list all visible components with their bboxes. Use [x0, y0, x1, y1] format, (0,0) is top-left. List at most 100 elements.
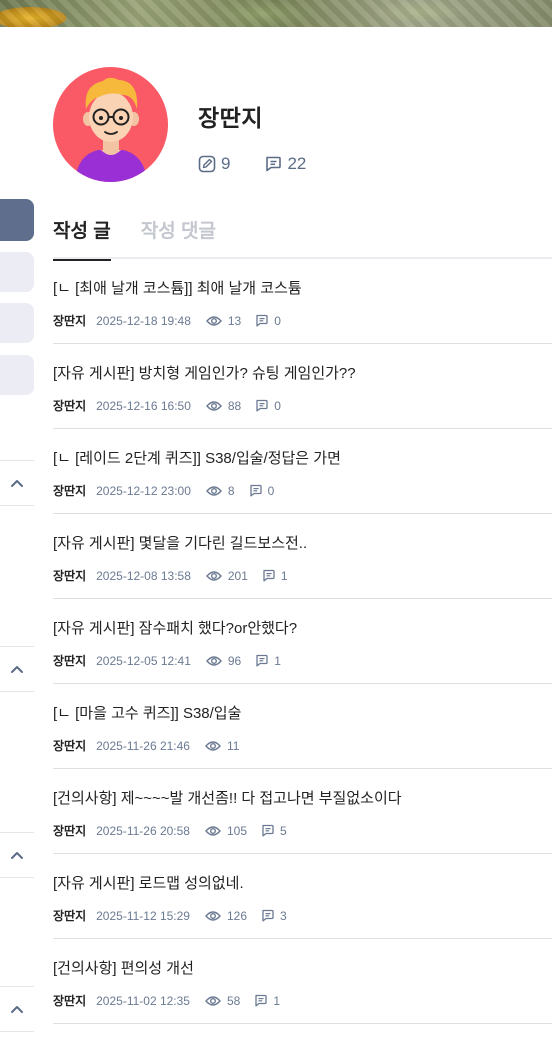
views-icon: [205, 825, 221, 836]
comment-icon: [256, 654, 268, 667]
views-icon: [205, 655, 222, 666]
post-title[interactable]: [건의사항] 제~~~~발 개선좀!! 다 접고나면 부질없소이다: [53, 787, 402, 808]
views-count: 96: [227, 653, 242, 668]
views-count: 11: [226, 738, 240, 753]
tab-comments[interactable]: 작성 댓글: [141, 216, 216, 261]
comments-count: 5: [280, 823, 287, 838]
profile-stats: 9 22: [198, 154, 340, 174]
post-title[interactable]: [자유 게시판] 방치형 게임인가? 슈팅 게임인가??: [53, 362, 356, 383]
post-author: 장딴지: [53, 739, 87, 753]
views-icon: [205, 910, 221, 921]
views-icon: [205, 400, 222, 411]
post-item[interactable]: [자유 게시판] 로드맵 성의없네. 장딴지 2025-11-12 15:29 126…: [53, 854, 552, 939]
comments-count: 0: [274, 313, 281, 328]
collapse-toggle[interactable]: [0, 646, 34, 692]
post-title[interactable]: [자유 게시판] 잠수패치 했다?or안했다?: [53, 617, 297, 638]
top-banner-image: [0, 0, 552, 27]
post-views: 8: [205, 483, 235, 498]
views-icon: [205, 740, 221, 751]
chevron-up-icon: [11, 1006, 23, 1013]
post-comments: 0: [249, 484, 274, 498]
post-views: 105: [205, 824, 247, 838]
views-count: 201: [227, 568, 248, 583]
post-date: 2025-12-18 19:48: [96, 313, 191, 328]
post-item[interactable]: [ㄴ [레이드 2단계 퀴즈]] S38/입술/정답은 가면 장딴지 2025-12…: [53, 429, 552, 514]
post-author: 장딴지: [53, 654, 87, 668]
views-icon: [205, 995, 221, 1006]
views-count: 8: [227, 483, 235, 498]
post-comments: 0: [255, 399, 281, 413]
post-item[interactable]: [건의사항] 편의성 개선장딴지 2025-11-02 12:35 58 1: [53, 939, 552, 1024]
comments-count: 1: [274, 653, 281, 668]
profile-name: 장딴지: [198, 105, 263, 131]
comments-count: 1: [280, 568, 288, 583]
post-title[interactable]: [ㄴ [최애 날개 코스튬]] 최애 날개 코스튬: [53, 277, 302, 298]
post-meta: 장딴지 2025-11-12 15:29 126 3: [53, 907, 301, 924]
post-item[interactable]: [자유 게시판] 몇달을 기다린 길드보스전.. 장딴지 2025-12-08 13…: [53, 514, 552, 599]
chevron-up-icon: [11, 852, 23, 859]
post-comments: 5: [261, 824, 287, 838]
post-item[interactable]: [자유 게시판] 잠수패치 했다?or안했다? 장딴지 2025-12-05 12:…: [53, 599, 552, 684]
post-title[interactable]: [자유 게시판] 몇달을 기다린 길드보스전..: [53, 532, 307, 553]
rail-item[interactable]: [0, 355, 34, 395]
rail-item[interactable]: [0, 303, 34, 343]
comments-count: 0: [274, 398, 281, 413]
chevron-up-icon: [11, 666, 23, 673]
collapse-toggle[interactable]: [0, 832, 34, 878]
post-author: 장딴지: [53, 994, 87, 1008]
views-icon: [205, 570, 222, 581]
collapse-toggle[interactable]: [0, 460, 34, 506]
post-views: 58: [205, 994, 240, 1008]
post-item[interactable]: [건의사항] 제~~~~발 개선좀!! 다 접고나면 부질없소이다장딴지 2025…: [53, 769, 552, 854]
post-date: 2025-11-26 21:46: [96, 738, 190, 753]
post-meta: 장딴지 2025-11-26 21:46 11: [53, 737, 253, 754]
post-comments: 0: [255, 314, 281, 328]
post-author: 장딴지: [53, 824, 87, 838]
post-meta: 장딴지 2025-12-08 13:58 201 1: [53, 567, 302, 584]
post-date: 2025-11-02 12:35: [96, 993, 190, 1008]
post-views: 13: [205, 313, 242, 328]
post-comments: 3: [261, 909, 287, 923]
post-author: 장딴지: [53, 909, 87, 923]
post-item[interactable]: [ㄴ [최애 날개 코스튬]] 최애 날개 코스튬 장딴지 2025-12-18 1…: [53, 259, 552, 344]
post-title[interactable]: [자유 게시판] 로드맵 성의없네.: [53, 872, 244, 893]
comments-count: 1: [273, 993, 281, 1008]
post-title[interactable]: [ㄴ [레이드 2단계 퀴즈]] S38/입술/정답은 가면: [53, 447, 341, 468]
post-item[interactable]: [자유 게시판] 방치형 게임인가? 슈팅 게임인가?? 장딴지 2025-12-1…: [53, 344, 552, 429]
post-date: 2025-12-16 16:50: [96, 398, 191, 413]
post-author: 장딴지: [53, 399, 87, 413]
post-date: 2025-12-12 23:00: [96, 483, 191, 498]
posts-count-stat: 9: [198, 154, 230, 174]
comments-count: 22: [287, 154, 307, 173]
views-count: 13: [227, 313, 242, 328]
rail-item[interactable]: [0, 252, 34, 292]
post-meta: 장딴지 2025-12-16 16:50 88 0: [53, 397, 295, 414]
comment-icon: [256, 399, 268, 412]
comment-icon: [262, 824, 274, 837]
profile-tabs: 작성 글 작성 댓글: [53, 216, 246, 261]
tab-posts[interactable]: 작성 글: [53, 216, 111, 261]
post-item[interactable]: [ㄴ [마을 고수 퀴즈]] S38/입술장딴지 2025-11-26 21:46…: [53, 684, 552, 769]
collapse-toggle[interactable]: [0, 986, 34, 1032]
post-title[interactable]: [건의사항] 편의성 개선: [53, 957, 194, 978]
views-count: 105: [226, 823, 248, 838]
views-icon: [205, 315, 222, 326]
rail-active-item[interactable]: [0, 199, 34, 241]
comments-count: 3: [280, 908, 287, 923]
posts-count: 9: [221, 154, 231, 173]
post-meta: 장딴지 2025-12-18 19:48 13 0: [53, 312, 295, 329]
comments-count-stat: 22: [264, 154, 306, 174]
comment-icon: [249, 484, 262, 497]
post-meta: 장딴지 2025-12-12 23:00 8 0: [53, 482, 288, 499]
views-count: 126: [226, 908, 248, 923]
post-title[interactable]: [ㄴ [마을 고수 퀴즈]] S38/입술: [53, 702, 241, 723]
post-date: 2025-11-26 20:58: [96, 823, 190, 838]
chevron-up-icon: [11, 480, 23, 487]
post-date: 2025-12-05 12:41: [96, 653, 191, 668]
views-count: 58: [226, 993, 241, 1008]
comment-icon: [263, 569, 275, 582]
post-views: 11: [205, 739, 239, 753]
comment-icon: [262, 909, 274, 922]
post-date: 2025-11-12 15:29: [96, 908, 190, 923]
user-avatar-illustration: [75, 77, 147, 182]
